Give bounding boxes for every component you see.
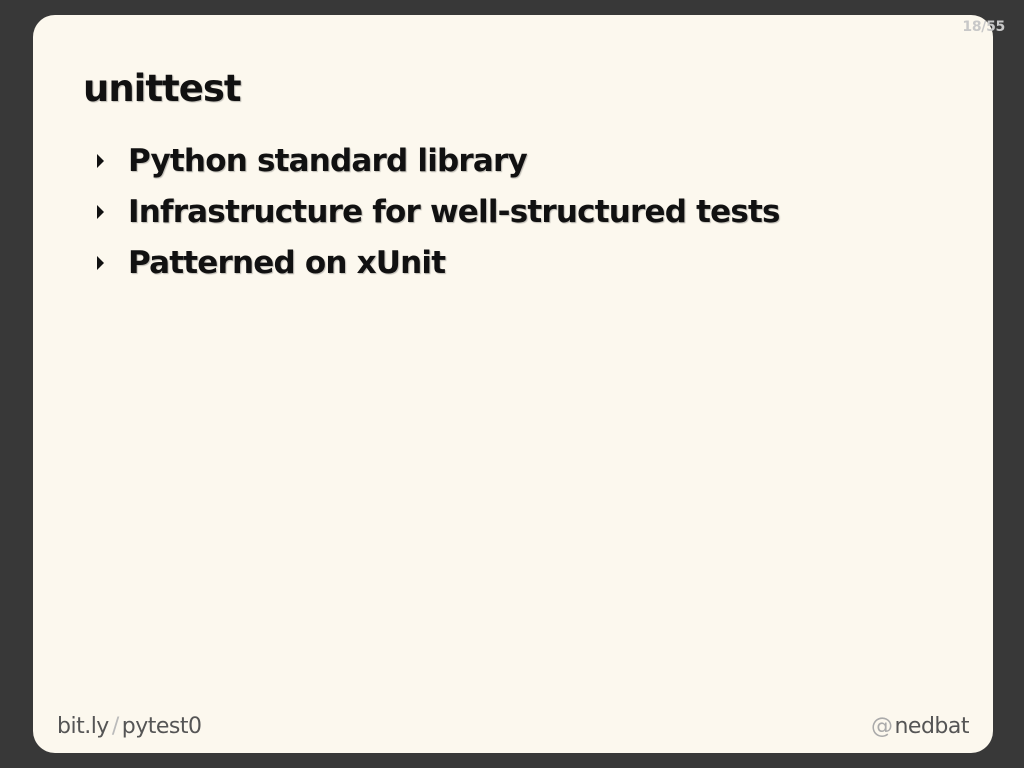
list-item: Patterned on xUnit — [93, 237, 780, 288]
triangle-right-icon — [97, 204, 104, 219]
footer-handle[interactable]: @nedbat — [870, 714, 970, 739]
bullet-text: Python standard library — [128, 142, 528, 179]
footer-link-separator: / — [111, 714, 119, 739]
slide: 18/55 unittest Python standard library I… — [33, 15, 1005, 753]
list-item: Infrastructure for well-structured tests — [93, 186, 781, 237]
slide-title: unittest — [83, 67, 242, 110]
bullet-text: Patterned on xUnit — [128, 244, 446, 281]
page-counter: 18/55 — [962, 19, 1005, 35]
footer-link-path: pytest0 — [121, 714, 202, 739]
footer-handle-prefix: @ — [870, 714, 893, 739]
list-item: Python standard library — [93, 135, 780, 186]
triangle-right-icon — [97, 255, 104, 270]
triangle-right-icon — [97, 153, 104, 168]
footer-link[interactable]: bit.ly / pytest0 — [57, 714, 202, 739]
bullet-list: Python standard library Infrastructure f… — [93, 135, 781, 288]
footer-handle-name: nedbat — [894, 714, 969, 739]
footer-link-domain: bit.ly — [57, 714, 109, 739]
bullet-text: Infrastructure for well-structured tests — [128, 193, 781, 230]
